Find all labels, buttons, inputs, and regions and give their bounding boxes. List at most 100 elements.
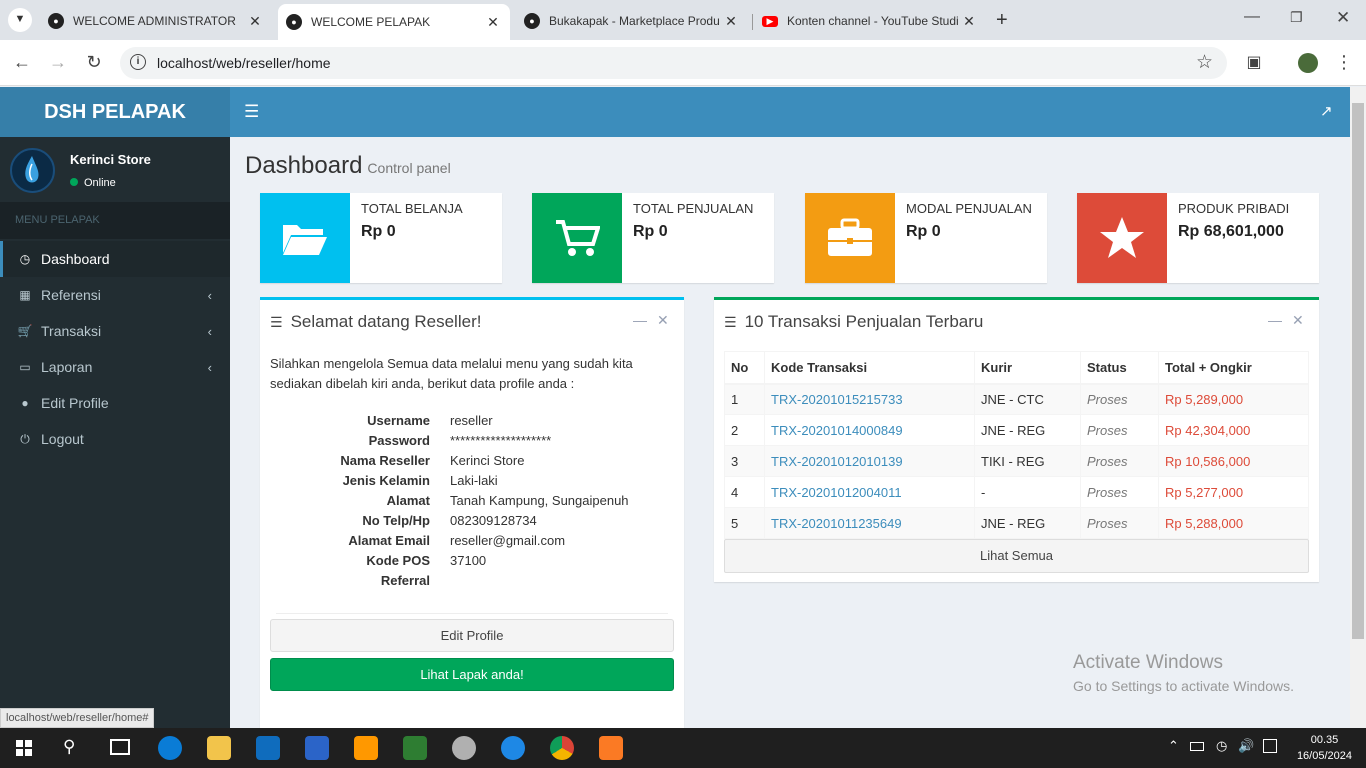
sidebar-toggle-icon[interactable]: ☰ <box>244 102 259 122</box>
transaction-code-link[interactable]: TRX-20201015215733 <box>764 383 975 415</box>
brand-logo[interactable]: DSH PELAPAK <box>0 87 230 137</box>
page-subtitle: Control panel <box>367 160 451 176</box>
profile-value: 37100 <box>450 553 487 568</box>
transaction-code-link[interactable]: TRX-20201012004011 <box>764 476 975 508</box>
sidebar-item-referensi[interactable]: ▦ Referensi ‹ <box>0 277 230 313</box>
profile-key: Password <box>368 433 430 448</box>
edit-profile-button[interactable]: Edit Profile <box>270 619 674 652</box>
minimize-window-button[interactable]: — <box>1244 8 1260 26</box>
info-box-label: MODAL PENJUALAN <box>906 201 1032 216</box>
user-name: Kerinci Store <box>70 152 151 167</box>
external-link-icon[interactable]: ↗ <box>1320 102 1333 120</box>
star-icon <box>1077 193 1167 283</box>
site-info-icon[interactable]: i <box>130 54 146 70</box>
new-tab-button[interactable]: + <box>996 9 1008 32</box>
sidebar-item-edit-profile[interactable]: ● Edit Profile <box>0 385 230 421</box>
notification-icon[interactable] <box>1263 739 1277 753</box>
restore-window-button[interactable]: ❐ <box>1290 9 1303 26</box>
search-icon[interactable]: ⚲ <box>63 737 75 757</box>
close-tab-icon[interactable]: ✕ <box>246 13 264 30</box>
profile-avatar[interactable] <box>1298 53 1318 73</box>
close-window-button[interactable]: ✕ <box>1336 8 1350 28</box>
app-icon[interactable] <box>501 736 525 760</box>
profile-key: Alamat Email <box>348 533 430 548</box>
profile-key: Nama Reseller <box>340 453 430 468</box>
view-all-button[interactable]: Lihat Semua <box>724 539 1309 573</box>
volume-icon[interactable]: 🔊 <box>1238 738 1254 754</box>
back-icon[interactable]: ← <box>11 52 33 73</box>
browser-menu-icon[interactable]: ⋮ <box>1333 52 1355 73</box>
briefcase-icon <box>805 193 895 283</box>
incognito-icon: ● <box>48 13 64 29</box>
profile-value: Laki-laki <box>450 473 498 488</box>
bookmark-star-icon[interactable]: ☆ <box>1196 51 1213 74</box>
close-tab-icon[interactable]: ✕ <box>484 14 502 31</box>
close-icon[interactable]: ✕ <box>1292 312 1304 329</box>
lihat-lapak-button[interactable]: Lihat Lapak anda! <box>270 658 674 691</box>
tab-bukakapak[interactable]: ● Bukakapak - Marketplace Produ ✕ <box>516 6 748 36</box>
sidebar-item-logout[interactable]: ⏻ Logout <box>0 421 230 457</box>
scrollbar-thumb[interactable] <box>1352 103 1364 639</box>
address-bar[interactable]: i localhost/web/reseller/home ☆ <box>120 47 1227 79</box>
windows-taskbar: ⚲ ⌃ ◷ 🔊 00.35 16/05/2024 <box>0 728 1366 768</box>
transaction-code-link[interactable]: TRX-20201012010139 <box>764 445 975 477</box>
close-icon[interactable]: ✕ <box>657 312 669 329</box>
table-row: 4 TRX-20201012004011 - Proses Rp 5,277,0… <box>724 476 1309 508</box>
visual-studio-icon[interactable] <box>305 736 329 760</box>
file-explorer-icon[interactable] <box>207 736 231 760</box>
table-row: 2 TRX-20201014000849 JNE - REG Proses Rp… <box>724 414 1309 446</box>
snipping-tool-icon[interactable] <box>452 736 476 760</box>
info-box-total-penjualan: TOTAL PENJUALAN Rp 0 <box>532 193 774 283</box>
sublime-text-icon[interactable] <box>354 736 378 760</box>
profile-value: Kerinci Store <box>450 453 525 468</box>
sidebar-item-transaksi[interactable]: 🛒 Transaksi ‹ <box>0 313 230 349</box>
project-icon[interactable] <box>403 736 427 760</box>
outlook-icon[interactable] <box>256 736 280 760</box>
collapse-icon[interactable]: — <box>633 312 647 328</box>
tab-youtube-studio[interactable]: ▶ Konten channel - YouTube Studi ✕ <box>754 6 986 36</box>
dashboard-icon: ◷ <box>19 252 31 266</box>
list-icon: ☰ <box>724 313 737 330</box>
tab-welcome-pelapak[interactable]: ● WELCOME PELAPAK ✕ <box>278 4 510 40</box>
info-box-label: TOTAL BELANJA <box>361 201 463 216</box>
chrome-icon[interactable] <box>550 736 574 760</box>
tab-welcome-administrator[interactable]: ● WELCOME ADMINISTRATOR ✕ <box>40 6 272 36</box>
tray-chevron-icon[interactable]: ⌃ <box>1168 738 1179 754</box>
profile-key: Referral <box>380 573 430 588</box>
close-tab-icon[interactable]: ✕ <box>722 13 740 30</box>
close-tab-icon[interactable]: ✕ <box>960 13 978 30</box>
windows-start-icon[interactable] <box>16 740 32 756</box>
profile-key: No Telp/Hp <box>362 513 430 528</box>
taskbar-clock[interactable]: 00.35 16/05/2024 <box>1297 732 1352 764</box>
task-view-icon[interactable] <box>110 739 130 755</box>
online-dot-icon <box>70 178 78 186</box>
profile-key: Jenis Kelamin <box>342 473 430 488</box>
user-avatar <box>10 148 55 193</box>
network-icon[interactable]: ◷ <box>1216 738 1227 754</box>
transaction-code-link[interactable]: TRX-20201014000849 <box>764 414 975 446</box>
tab-search-button[interactable]: ▼ <box>8 8 32 32</box>
column-header: Kode Transaksi <box>764 351 975 385</box>
battery-icon[interactable] <box>1190 742 1204 751</box>
transaction-code-link[interactable]: TRX-20201011235649 <box>764 507 975 539</box>
edge-icon[interactable] <box>158 736 182 760</box>
reload-icon[interactable]: ↻ <box>83 52 105 73</box>
sidebar-item-laporan[interactable]: ▭ Laporan ‹ <box>0 349 230 385</box>
profile-value: 082309128734 <box>450 513 537 528</box>
profile-value: ******************** <box>450 433 552 448</box>
status-bar-url: localhost/web/reseller/home# <box>0 708 155 728</box>
user-icon: ● <box>21 396 29 410</box>
info-box-label: TOTAL PENJUALAN <box>633 201 754 216</box>
column-header: Kurir <box>974 351 1081 385</box>
table-row: 5 TRX-20201011235649 JNE - REG Proses Rp… <box>724 507 1309 539</box>
xampp-icon[interactable] <box>599 736 623 760</box>
info-box-total-belanja: TOTAL BELANJA Rp 0 <box>260 193 502 283</box>
info-box-value: Rp 0 <box>361 223 396 240</box>
extensions-icon[interactable]: ▣ <box>1243 52 1265 72</box>
folder-open-icon <box>260 193 350 283</box>
chevron-left-icon: ‹ <box>207 323 212 339</box>
table-row: 3 TRX-20201012010139 TIKI - REG Proses R… <box>724 445 1309 477</box>
forward-icon[interactable]: → <box>47 52 69 73</box>
collapse-icon[interactable]: — <box>1268 312 1282 328</box>
sidebar-item-dashboard[interactable]: ◷ Dashboard <box>0 241 230 277</box>
